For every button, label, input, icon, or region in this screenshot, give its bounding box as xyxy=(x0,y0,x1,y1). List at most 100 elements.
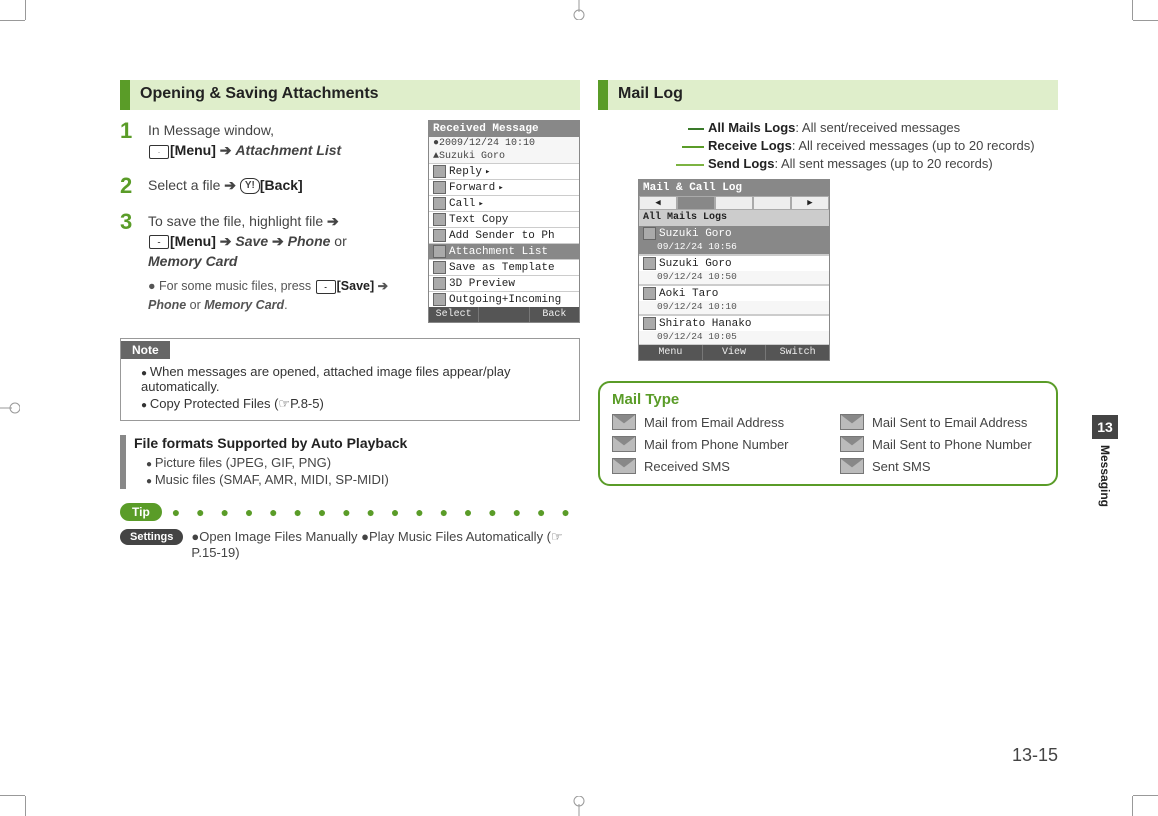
menu-icon xyxy=(433,277,446,290)
log-row: Shirato Hanako xyxy=(639,315,829,331)
phone1-r6: Save as Template xyxy=(449,262,555,274)
step3-save: Save xyxy=(235,233,268,249)
mail-icon xyxy=(149,145,169,159)
phone1-sk-select: Select xyxy=(429,307,479,322)
settings-badge: Settings xyxy=(120,529,183,545)
step-2: 2 Select a file ➔ Y![Back] xyxy=(120,175,420,197)
menu-icon xyxy=(433,165,446,178)
section-title-left: Opening & Saving Attachments xyxy=(130,80,389,110)
mt-l1: Mail from Phone Number xyxy=(644,437,789,452)
step-1: 1 In Message window, [Menu] ➔ Attachment… xyxy=(120,120,420,161)
step3-sub-mc: Memory Card xyxy=(204,298,284,312)
step3-text: To save the file, highlight file xyxy=(148,213,323,229)
phone2-softkeys: Menu View Switch xyxy=(639,345,829,360)
settings-row: Settings ●Open Image Files Manually ●Pla… xyxy=(120,529,580,560)
sent-sms-icon xyxy=(840,458,864,474)
step-num-2: 2 xyxy=(120,175,138,197)
arrow-icon: ➔ xyxy=(224,177,236,193)
tab-1 xyxy=(677,196,715,210)
mailtype-title: Mail Type xyxy=(612,391,1044,408)
step-num-1: 1 xyxy=(120,120,138,142)
note-box: Note When messages are opened, attached … xyxy=(120,338,580,421)
step3-sub-or: or xyxy=(186,298,204,312)
file-formats-box: File formats Supported by Auto Playback … xyxy=(120,435,580,489)
ff-title: File formats Supported by Auto Playback xyxy=(134,435,407,451)
phone1-title: Received Message xyxy=(429,121,579,137)
mailtype-icon xyxy=(643,287,656,300)
chapter-label: Messaging xyxy=(1098,445,1112,507)
section-opening-attachments: Opening & Saving Attachments xyxy=(120,80,580,110)
legend-all-mails: All Mails Logs: All sent/received messag… xyxy=(688,120,1058,135)
mailtype-item: Received SMS xyxy=(612,458,816,474)
log-time: 09/12/24 10:10 xyxy=(639,301,829,315)
note-item: Copy Protected Files (☞P.8-5) xyxy=(141,396,571,412)
mailtype-item: Sent SMS xyxy=(840,458,1044,474)
phone1-r1: Forward xyxy=(449,182,495,194)
legend-send: Send Logs: All sent messages (up to 20 r… xyxy=(688,156,1058,171)
phone1-row-selected: Attachment List xyxy=(429,243,579,259)
log-name: Aoki Taro xyxy=(659,288,718,300)
step3-sub-a: For some music files, press xyxy=(159,279,315,293)
note-item: When messages are opened, attached image… xyxy=(141,364,571,394)
phone1-row: Forward xyxy=(429,179,579,195)
section-title-right: Mail Log xyxy=(608,80,693,110)
y-button-icon: Y! xyxy=(240,178,260,195)
step2-back: [Back] xyxy=(260,177,303,193)
phone1-r7: 3D Preview xyxy=(449,278,515,290)
step3-sub-period: . xyxy=(284,298,287,312)
log-time: 09/12/24 10:05 xyxy=(639,331,829,345)
log-time: 09/12/24 10:50 xyxy=(639,271,829,285)
ff-item: Picture files (JPEG, GIF, PNG) xyxy=(146,455,407,470)
phone1-row: Reply xyxy=(429,163,579,179)
arrow-icon: ➔ xyxy=(220,142,232,158)
phone2-title: Mail & Call Log xyxy=(639,180,829,196)
menu-icon xyxy=(433,261,446,274)
mail-icon xyxy=(149,235,169,249)
log-name: Suzuki Goro xyxy=(659,258,732,270)
phone1-sk-mid xyxy=(479,307,529,322)
phone1-r4: Add Sender to Ph xyxy=(449,230,555,242)
phone2-sk-view: View xyxy=(703,345,767,360)
arrow-icon: ➔ xyxy=(272,233,284,249)
phone1-sk-back: Back xyxy=(530,307,579,322)
mt-r0: Mail Sent to Email Address xyxy=(872,415,1027,430)
step1-text: In Message window, xyxy=(148,122,274,138)
mail-sent-phone-icon xyxy=(840,436,864,452)
mailtype-item: Mail Sent to Phone Number xyxy=(840,436,1044,452)
menu-icon xyxy=(433,229,446,242)
step-num-3: 3 xyxy=(120,211,138,233)
phone1-row: Add Sender to Ph xyxy=(429,227,579,243)
phone1-meta1: ●2009/12/24 10:10 xyxy=(429,137,579,150)
phone1-row: 3D Preview xyxy=(429,275,579,291)
menu-icon xyxy=(433,197,446,210)
arrow-icon: ➔ xyxy=(220,233,232,249)
step3-mc: Memory Card xyxy=(148,253,237,269)
step2-text: Select a file xyxy=(148,177,220,193)
mail-icon xyxy=(316,280,336,294)
log-name: Suzuki Goro xyxy=(659,228,732,240)
phone2-sk-menu: Menu xyxy=(639,345,703,360)
tab-next-icon: ▶ xyxy=(791,196,829,210)
mail-from-email-icon xyxy=(612,414,636,430)
phone2-tabs: ◀ ▶ xyxy=(639,196,829,210)
log-row: Aoki Taro xyxy=(639,285,829,301)
phone1-r3: Text Copy xyxy=(449,214,508,226)
phone1-row: Call xyxy=(429,195,579,211)
mailtype-item: Mail from Phone Number xyxy=(612,436,816,452)
tab-2 xyxy=(715,196,753,210)
step3-or: or xyxy=(330,233,346,249)
mailtype-icon xyxy=(643,227,656,240)
arrow-icon: ➔ xyxy=(378,279,388,293)
mail-log-legend: All Mails Logs: All sent/received messag… xyxy=(688,120,1058,171)
step3-sub-phone: Phone xyxy=(148,298,186,312)
section-mail-log: Mail Log xyxy=(598,80,1058,110)
menu-icon xyxy=(433,245,446,258)
phone1-r5: Attachment List xyxy=(449,246,548,258)
phone1-r2: Call xyxy=(449,198,475,210)
mail-sent-email-icon xyxy=(840,414,864,430)
mailtype-icon xyxy=(643,257,656,270)
step3-sub-save: [Save] xyxy=(337,279,375,293)
mt-l0: Mail from Email Address xyxy=(644,415,784,430)
log-row: Suzuki Goro xyxy=(639,255,829,271)
mt-r1: Mail Sent to Phone Number xyxy=(872,437,1032,452)
